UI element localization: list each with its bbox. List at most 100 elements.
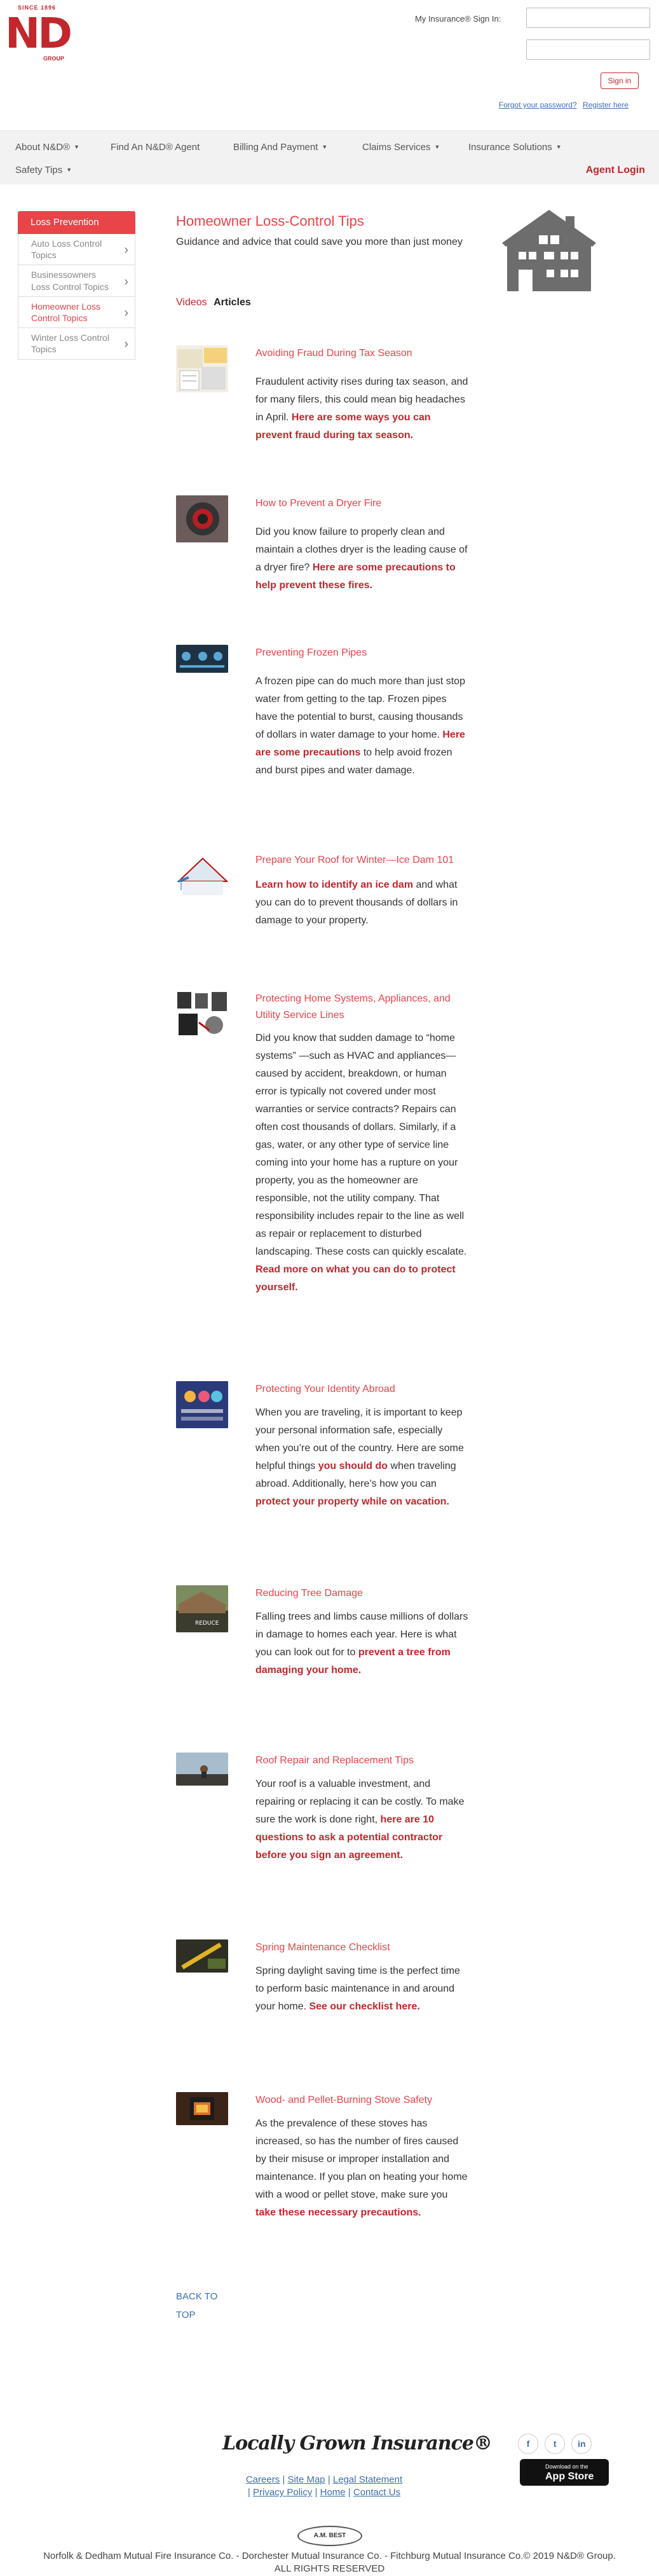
- article-title[interactable]: Preventing Frozen Pipes: [255, 645, 468, 661]
- article-text: Learn how to identify an ice dam and wha…: [255, 876, 468, 930]
- app-store-badge[interactable]: Download on the App Store: [520, 2459, 609, 2486]
- chevron-right-icon: ›: [124, 274, 128, 289]
- footer-links-row: | Privacy Policy | Home | Contact Us: [229, 2486, 419, 2499]
- article-link[interactable]: Learn how to identify an ice dam: [255, 879, 413, 890]
- link-separator: |: [315, 2487, 318, 2498]
- article-title[interactable]: Roof Repair and Replacement Tips: [255, 1753, 468, 1769]
- sidebar-item-label: Auto Loss Control Topics: [31, 238, 102, 261]
- careers-link[interactable]: Careers: [246, 2474, 280, 2485]
- link-separator: |: [282, 2474, 285, 2485]
- password-field[interactable]: [526, 39, 650, 60]
- article-thumbnail[interactable]: [176, 645, 228, 673]
- linkedin-icon[interactable]: in: [571, 2434, 592, 2454]
- identity-abroad-infographic: [176, 1381, 228, 1428]
- sidebar-heading: Loss Prevention: [18, 211, 135, 234]
- article-thumbnail[interactable]: [176, 1381, 228, 1428]
- dryer-image: [176, 495, 228, 542]
- article-thumbnail[interactable]: [176, 345, 228, 392]
- article-title[interactable]: Reducing Tree Damage: [255, 1585, 468, 1602]
- legal-statement-link[interactable]: Legal Statement: [333, 2474, 402, 2485]
- footer-brand-logo: Locally Grown Insurance®: [222, 2432, 493, 2455]
- article-title[interactable]: Prepare Your Roof for Winter—Ice Dam 101: [255, 852, 468, 869]
- article-title[interactable]: Protecting Home Systems, Appliances, and…: [255, 991, 468, 1023]
- caret-down-icon: ▼: [434, 144, 440, 151]
- home-link[interactable]: Home: [320, 2487, 346, 2498]
- copyright-line: ALL RIGHTS RESERVED: [274, 2563, 385, 2575]
- twitter-icon[interactable]: t: [545, 2434, 566, 2454]
- article-title[interactable]: Protecting Your Identity Abroad: [255, 1381, 468, 1398]
- facebook-icon[interactable]: f: [518, 2434, 538, 2454]
- main-nav: About N&D® ▼ Find An N&D® Agent Billing A…: [0, 130, 659, 184]
- username-field[interactable]: [526, 8, 650, 28]
- app-store-big-text: App Store: [545, 2471, 594, 2482]
- filter-videos-link[interactable]: Videos: [176, 297, 207, 308]
- sidebar-item-homeowner[interactable]: Homeowner Loss Control Topics ›: [18, 296, 135, 329]
- signin-button[interactable]: Sign in: [601, 72, 639, 89]
- copyright: Norfolk & Dedham Mutual Fire Insurance C…: [0, 2550, 659, 2576]
- privacy-policy-link[interactable]: Privacy Policy: [253, 2487, 312, 2498]
- ice-dam-diagram: [177, 857, 228, 895]
- sidebar-item-label: Homeowner Loss Control Topics: [31, 301, 100, 323]
- article-link[interactable]: take these necessary precautions.: [255, 2207, 421, 2218]
- nav-item-find-agent[interactable]: Find An N&D® Agent: [111, 140, 200, 155]
- article-thumbnail[interactable]: [176, 495, 228, 542]
- article-text: Spring daylight saving time is the perfe…: [255, 1962, 468, 2016]
- nav-item-label: About N&D®: [15, 142, 71, 153]
- am-best-logo: A.M. BEST: [297, 2526, 362, 2546]
- site-map-link[interactable]: Site Map: [287, 2474, 325, 2485]
- article-title[interactable]: Wood- and Pellet-Burning Stove Safety: [255, 2092, 468, 2109]
- article-title[interactable]: Avoiding Fraud During Tax Season: [255, 345, 468, 362]
- article-thumbnail[interactable]: REDUCE: [176, 1585, 228, 1632]
- caret-down-icon: ▼: [66, 167, 72, 174]
- forgot-password-link[interactable]: Forgot your password?: [499, 100, 577, 109]
- nav-item-about[interactable]: About N&D® ▼: [15, 140, 79, 155]
- sidebar-item-auto[interactable]: Auto Loss Control Topics ›: [18, 234, 135, 266]
- article-thumbnail[interactable]: [176, 852, 228, 899]
- nav-item-insurance-solutions[interactable]: Insurance Solutions ▼: [468, 140, 562, 155]
- sidebar-item-businessowners[interactable]: Businessowners Loss Control Topics ›: [18, 265, 135, 297]
- article-thumbnail[interactable]: [176, 1939, 228, 1973]
- link-separator: |: [348, 2487, 351, 2498]
- svg-text:REDUCE: REDUCE: [195, 1620, 219, 1627]
- article-link-vacation[interactable]: protect your property while on vacation.: [255, 1496, 449, 1507]
- frozen-pipes-infographic: [176, 645, 228, 673]
- article-title[interactable]: How to Prevent a Dryer Fire: [255, 495, 468, 512]
- article-text: Falling trees and limbs cause millions o…: [255, 1608, 468, 1679]
- article-link[interactable]: See our checklist here.: [309, 2001, 419, 2012]
- article-thumbnail[interactable]: [176, 1753, 228, 1786]
- back-to-top-link[interactable]: BACK TO TOP: [176, 2288, 217, 2324]
- register-link[interactable]: Register here: [583, 100, 628, 109]
- logo-group: GROUP: [43, 55, 65, 62]
- article-body: Did you know that sudden damage to “home…: [255, 1033, 467, 1258]
- chevron-right-icon: ›: [124, 243, 128, 258]
- wood-stove-image: [176, 2092, 228, 2125]
- copyright-line: Norfolk & Dedham Mutual Fire Insurance C…: [43, 2551, 616, 2561]
- nav-item-safety-tips[interactable]: Safety Tips ▼: [15, 163, 72, 177]
- article-title[interactable]: Spring Maintenance Checklist: [255, 1939, 468, 1956]
- article-text: Fraudulent activity rises during tax sea…: [255, 373, 468, 444]
- roof-repair-image: [176, 1753, 228, 1786]
- spring-maintenance-image: [176, 1939, 228, 1973]
- agent-login-link[interactable]: Agent Login: [586, 163, 645, 179]
- article-thumbnail[interactable]: [176, 991, 228, 1038]
- sidebar-item-label: Businessowners Loss Control Topics: [31, 270, 109, 292]
- article-body: As the prevalence of these stoves has in…: [255, 2118, 468, 2200]
- nav-item-claims[interactable]: Claims Services ▼: [362, 140, 440, 155]
- caret-down-icon: ▼: [555, 144, 562, 151]
- chevron-right-icon: ›: [124, 305, 128, 320]
- caret-down-icon: ▼: [74, 144, 80, 151]
- nav-item-label: Insurance Solutions: [468, 142, 552, 153]
- article-link[interactable]: Read more on what you can do to protect …: [255, 1264, 456, 1293]
- site-logo[interactable]: SINCE 1896 ND GROUP: [5, 4, 78, 62]
- filter-articles-active: Articles: [214, 297, 251, 308]
- article-thumbnail[interactable]: [176, 2092, 228, 2125]
- sidebar-item-winter[interactable]: Winter Loss Control Topics ›: [18, 328, 135, 360]
- nav-item-label: Safety Tips: [15, 165, 63, 176]
- article-text: Did you know failure to properly clean a…: [255, 523, 468, 595]
- footer-links-row: Careers | Site Map | Legal Statement: [229, 2474, 419, 2486]
- contact-us-link[interactable]: Contact Us: [353, 2487, 400, 2498]
- nav-item-billing[interactable]: Billing And Payment ▼: [233, 140, 327, 155]
- footer-links: Careers | Site Map | Legal Statement | P…: [229, 2474, 419, 2500]
- back-to-top-label: BACK TO: [176, 2291, 218, 2302]
- article-link[interactable]: you should do: [318, 1461, 388, 1471]
